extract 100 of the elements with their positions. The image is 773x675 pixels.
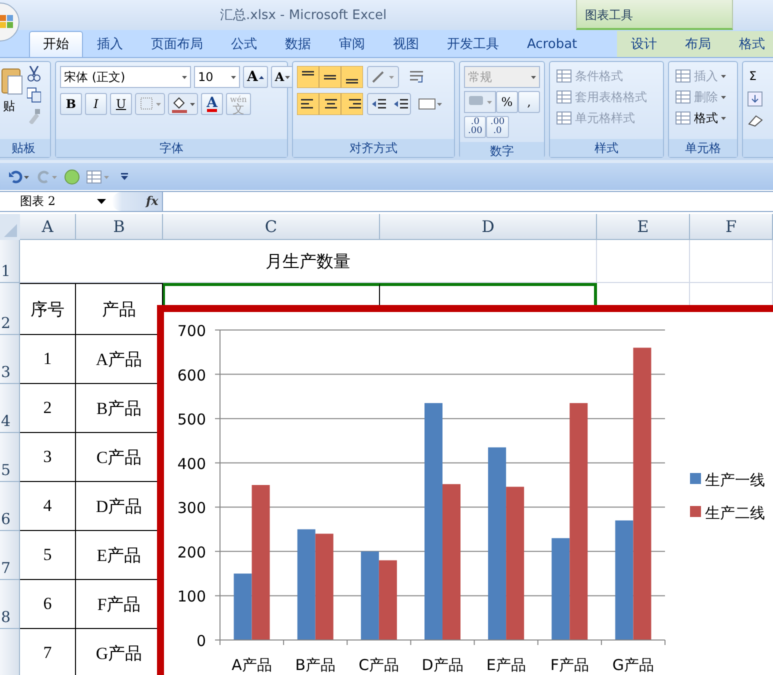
dropdown-arrow-icon[interactable]	[721, 116, 726, 120]
copy-icon[interactable]	[27, 87, 41, 103]
group-label-bar	[743, 139, 773, 157]
grow-font-button[interactable]: A	[243, 66, 268, 88]
table-cell: 6	[20, 580, 76, 629]
cells-menu-button[interactable]: 格式	[673, 108, 728, 128]
column-header[interactable]: C	[163, 214, 380, 240]
align-center-button[interactable]	[319, 93, 341, 115]
table-cell: 4	[20, 482, 76, 531]
table-cell: 序号	[20, 283, 76, 335]
table-cell: 3	[20, 433, 76, 482]
row-header[interactable]: 1	[0, 240, 20, 283]
table-icon[interactable]	[675, 110, 691, 126]
ribbon-tab[interactable]: 视图	[379, 31, 433, 57]
ribbon-tab[interactable]: 设计	[617, 31, 672, 57]
category-label: F产品	[550, 656, 589, 673]
align-left-button[interactable]	[297, 93, 319, 115]
fill-icon[interactable]	[747, 91, 765, 107]
table-cell: 2	[20, 384, 76, 433]
category-label: C产品	[358, 656, 400, 673]
axis-tick-label: 600	[177, 366, 206, 384]
group-label: 单元格	[669, 139, 737, 157]
font-color-button[interactable]: A	[201, 93, 223, 115]
ribbon-tab[interactable]: 格式	[725, 31, 773, 57]
row-header[interactable]: 6	[0, 482, 20, 531]
category-label: E产品	[486, 656, 526, 673]
row-header[interactable]: 7	[0, 531, 20, 580]
autosum-button[interactable]: Σ	[747, 66, 765, 86]
undo-icon[interactable]	[8, 170, 30, 184]
increase-decimal-button[interactable]: .0 .00	[464, 116, 486, 138]
category-label: G产品	[612, 656, 654, 673]
column-header[interactable]: E	[597, 214, 690, 240]
ribbon-tab[interactable]: 布局	[671, 31, 726, 57]
ribbon-tab[interactable]: 开发工具	[433, 31, 513, 57]
insert-function-button[interactable]: fx	[112, 192, 164, 211]
dropdown-arrow-icon[interactable]	[182, 76, 187, 78]
clipboard-icon[interactable]	[1, 66, 23, 96]
axis-tick-label: 0	[196, 632, 206, 650]
align-bottom-button[interactable]	[341, 66, 363, 88]
customize-menu-icon[interactable]	[120, 172, 130, 182]
indent-buttons-drawing[interactable]	[367, 93, 411, 115]
orientation-button[interactable]	[367, 66, 399, 88]
comma-style-button[interactable]: ,	[518, 91, 540, 113]
dropdown-arrow-icon[interactable]	[285, 76, 290, 78]
axis-tick-label: 200	[177, 543, 206, 562]
group-label: 字体	[56, 139, 287, 157]
group-label: 对齐方式	[293, 139, 454, 157]
group-label: 贴板	[0, 139, 50, 157]
contextual-tab-group-label: 图表工具	[585, 7, 633, 24]
axis-tick-label: 300	[177, 499, 206, 518]
ribbon-tab[interactable]: 审阅	[325, 31, 379, 57]
column-header[interactable]: F	[690, 214, 773, 240]
table-cell: 5	[20, 531, 76, 580]
axis-tick-label: 100	[177, 588, 206, 606]
column-header[interactable]: A	[20, 214, 76, 240]
name-box[interactable]: 图表 2	[0, 192, 112, 211]
underline-button[interactable]: U	[110, 93, 132, 115]
row-header[interactable]: 5	[0, 433, 20, 482]
ribbon-tab[interactable]: 公式	[217, 31, 271, 57]
percent-button[interactable]: %	[496, 91, 518, 113]
category-label: A产品	[232, 656, 272, 673]
ribbon-tab[interactable]: 页面布局	[137, 31, 217, 57]
category-label: B产品	[295, 656, 336, 673]
paste-button[interactable]: 贴	[1, 96, 23, 116]
table-cell: 月生产数量	[20, 240, 597, 283]
legend-label: 生产二线	[705, 504, 765, 522]
category-label: D产品	[422, 656, 464, 673]
ribbon-tab[interactable]: 插入	[83, 31, 137, 57]
row-header[interactable]: 2	[0, 283, 20, 335]
decrease-decimal-button[interactable]: .00 .0	[486, 116, 509, 138]
font-size-field[interactable]: 10	[194, 66, 240, 88]
axis-tick-label: 700	[177, 322, 206, 340]
font-name-field[interactable]: 宋体 (正文)	[60, 66, 191, 88]
legend-label: 生产一线	[705, 471, 765, 489]
ribbon-tab[interactable]: 数据	[271, 31, 325, 57]
axis-tick-label: 500	[177, 410, 206, 429]
dropdown-arrow-icon[interactable]	[231, 76, 236, 78]
table-icon[interactable]	[86, 170, 110, 184]
window-title: 汇总.xlsx - Microsoft Excel	[220, 7, 387, 24]
group-label: 数字	[460, 142, 544, 160]
shrink-font-button[interactable]: A	[270, 66, 294, 88]
table-cell: 1	[20, 335, 76, 384]
row-header[interactable]: 4	[0, 384, 20, 433]
table-cell: 7	[20, 629, 76, 675]
align-middle-button[interactable]	[319, 66, 341, 88]
dropdown-arrow-icon[interactable]	[97, 199, 106, 204]
dropdown-arrow-icon[interactable]	[531, 76, 536, 78]
column-header[interactable]: D	[380, 214, 597, 240]
column-header[interactable]: B	[76, 214, 163, 240]
bold-button[interactable]: B	[60, 93, 82, 115]
italic-button[interactable]: I	[85, 93, 107, 115]
fill-color-button[interactable]	[168, 93, 198, 115]
row-header[interactable]: 8	[0, 580, 20, 629]
align-top-button[interactable]	[297, 66, 319, 88]
ribbon-tab[interactable]: Acrobat	[513, 31, 592, 57]
cut-icon[interactable]	[27, 66, 41, 82]
row-header[interactable]: 3	[0, 335, 20, 384]
dropdown-arrow-icon[interactable]	[258, 76, 264, 78]
ribbon-tab[interactable]: 开始	[29, 31, 83, 57]
align-right-button[interactable]	[341, 93, 363, 115]
